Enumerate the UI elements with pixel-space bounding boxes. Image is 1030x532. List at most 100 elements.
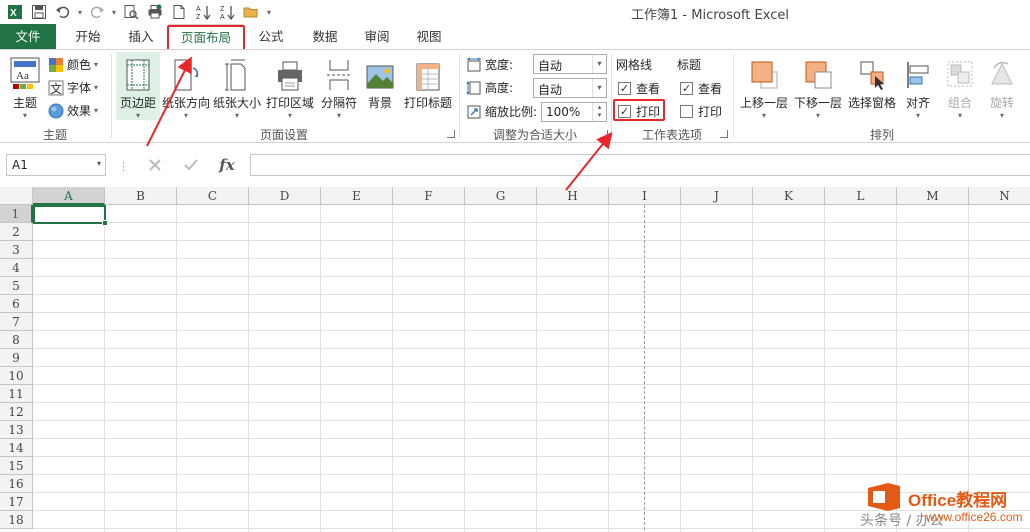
column-header-f[interactable]: F (393, 187, 465, 205)
grid-row-line (33, 456, 1030, 457)
tab-data[interactable]: 数据 (300, 24, 350, 50)
column-header-i[interactable]: I (609, 187, 681, 205)
grid-column-line (392, 205, 393, 532)
scale-to-fit-launcher-icon[interactable] (600, 130, 608, 138)
row-header-4[interactable]: 4 (0, 259, 33, 277)
tab-insert[interactable]: 插入 (116, 24, 166, 50)
row-header-8[interactable]: 8 (0, 331, 33, 349)
formula-input[interactable] (250, 154, 1030, 176)
themes-label: 主题 (12, 96, 37, 110)
print-titles-button[interactable]: 打印标题 (402, 54, 454, 111)
tab-review[interactable]: 审阅 (352, 24, 402, 50)
row-header-10[interactable]: 10 (0, 367, 33, 385)
send-backward-button[interactable]: 下移一层 ▾ (792, 54, 844, 121)
bring-forward-button[interactable]: 上移一层 ▾ (738, 54, 790, 121)
sheet-options-launcher-icon[interactable] (720, 130, 728, 138)
width-combo[interactable]: 自动 ▾ (533, 54, 607, 74)
fonts-button[interactable]: 文 字体 ▾ (48, 79, 98, 96)
breaks-button[interactable]: 分隔符 ▾ (318, 54, 360, 121)
scale-value: 100% (546, 105, 581, 119)
headings-print-checkbox[interactable]: 打印 (680, 103, 722, 120)
row-header-9[interactable]: 9 (0, 349, 33, 367)
select-all-corner[interactable] (0, 187, 33, 205)
row-header-7[interactable]: 7 (0, 313, 33, 331)
scale-spin-icon[interactable]: ▴ ▾ (592, 103, 606, 121)
tab-home[interactable]: 开始 (60, 24, 116, 50)
bring-forward-dropdown-icon: ▾ (761, 111, 766, 120)
group-button[interactable]: 组合 ▾ (940, 54, 980, 121)
headings-view-checkbox[interactable]: ✓ 查看 (680, 80, 722, 97)
row-header-13[interactable]: 13 (0, 421, 33, 439)
print-area-button[interactable]: 打印区域 ▾ (264, 54, 316, 121)
send-backward-dropdown-icon: ▾ (815, 111, 820, 120)
themes-button[interactable]: Aa 主题 ▾ (6, 54, 44, 121)
rotate-icon (982, 54, 1022, 92)
name-box-dropdown-icon[interactable]: ▾ (97, 159, 101, 168)
orientation-button[interactable]: 纸张方向 ▾ (162, 54, 210, 121)
row-header-11[interactable]: 11 (0, 385, 33, 403)
window-title: 工作簿1 - Microsoft Excel (631, 8, 789, 23)
width-dropdown-icon[interactable]: ▾ (592, 55, 606, 73)
row-header-18[interactable]: 18 (0, 511, 33, 529)
align-button[interactable]: 对齐 ▾ (900, 54, 936, 121)
active-cell-a1[interactable] (33, 205, 108, 226)
grid-row-line (33, 384, 1030, 385)
height-dropdown-icon[interactable]: ▾ (592, 79, 606, 97)
column-header-d[interactable]: D (249, 187, 321, 205)
orientation-icon (162, 54, 210, 92)
tab-file[interactable]: 文件 (0, 24, 56, 50)
page-setup-launcher-icon[interactable] (447, 130, 455, 138)
name-box[interactable]: A1 ▾ (6, 154, 106, 176)
column-header-a[interactable]: A (33, 187, 105, 205)
column-header-h[interactable]: H (537, 187, 609, 205)
background-button[interactable]: 背景 (362, 54, 398, 111)
column-header-m[interactable]: M (897, 187, 969, 205)
row-header-17[interactable]: 17 (0, 493, 33, 511)
row-header-16[interactable]: 16 (0, 475, 33, 493)
selection-pane-button[interactable]: 选择窗格 (846, 54, 898, 111)
insert-function-icon[interactable]: fx (214, 154, 240, 176)
height-label-row: 高度: (466, 79, 513, 96)
formula-bar: A1 ▾ ⋮ fx (0, 150, 1030, 180)
row-header-15[interactable]: 15 (0, 457, 33, 475)
tab-page-layout[interactable]: 页面布局 (168, 24, 244, 50)
column-header-l[interactable]: L (825, 187, 897, 205)
tab-formulas[interactable]: 公式 (248, 24, 294, 50)
row-header-1[interactable]: 1 (0, 205, 33, 223)
gridlines-view-checkbox[interactable]: ✓ 查看 (618, 80, 660, 97)
ribbon-tabs: 文件 开始 插入 页面布局 公式 数据 审阅 视图 (0, 24, 1030, 50)
margins-button[interactable]: 页边距 ▾ (116, 52, 160, 120)
selection-pane-icon (846, 54, 898, 92)
row-header-12[interactable]: 12 (0, 403, 33, 421)
group-label-text: 组合 (947, 96, 972, 110)
column-header-j[interactable]: J (681, 187, 753, 205)
colors-button[interactable]: 颜色 ▾ (48, 56, 98, 73)
row-header-14[interactable]: 14 (0, 439, 33, 457)
grid-row-line (33, 294, 1030, 295)
column-header-n[interactable]: N (969, 187, 1030, 205)
confirm-entry-icon[interactable] (178, 154, 204, 176)
scale-spinner[interactable]: 100% ▴ ▾ (541, 102, 607, 122)
gridlines-print-checkbox[interactable]: ✓ 打印 (618, 103, 660, 120)
rotate-button[interactable]: 旋转 ▾ (982, 54, 1022, 121)
height-combo[interactable]: 自动 ▾ (533, 78, 607, 98)
column-header-b[interactable]: B (105, 187, 177, 205)
effects-button[interactable]: 效果 ▾ (48, 102, 98, 119)
size-button[interactable]: 纸张大小 ▾ (212, 54, 262, 121)
column-header-g[interactable]: G (465, 187, 537, 205)
office-logo-icon (868, 483, 900, 511)
row-header-6[interactable]: 6 (0, 295, 33, 313)
fill-handle[interactable] (102, 220, 108, 226)
column-header-e[interactable]: E (321, 187, 393, 205)
scale-label-row: 缩放比例: (466, 103, 537, 120)
print-area-label: 打印区域 (265, 96, 314, 110)
checkmark-icon: ✓ (618, 82, 631, 95)
column-header-c[interactable]: C (177, 187, 249, 205)
row-header-2[interactable]: 2 (0, 223, 33, 241)
row-header-3[interactable]: 3 (0, 241, 33, 259)
orientation-label: 纸张方向 (162, 96, 211, 110)
tab-view[interactable]: 视图 (404, 24, 454, 50)
row-header-5[interactable]: 5 (0, 277, 33, 295)
column-header-k[interactable]: K (753, 187, 825, 205)
cancel-entry-icon[interactable] (142, 154, 168, 176)
